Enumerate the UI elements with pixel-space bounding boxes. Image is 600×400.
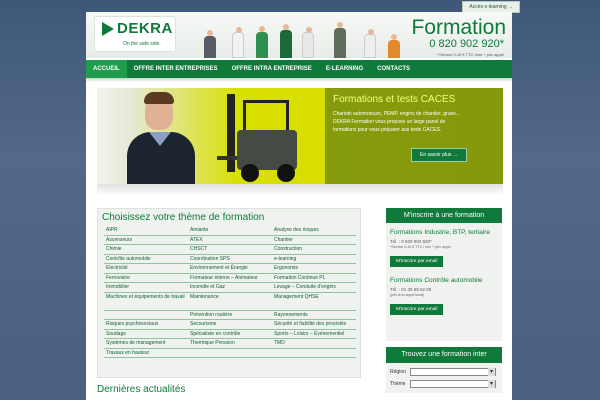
theme-link[interactable]: Prévention routière — [188, 311, 272, 320]
banner-text: Chariots automoteurs, PEMP, engins de ch… — [333, 111, 460, 133]
forklift-image — [217, 94, 307, 182]
theme-cell-empty — [272, 349, 356, 358]
dekra-logo[interactable]: DEKRA On the safe side. — [94, 16, 176, 52]
logo-text: DEKRA — [117, 20, 173, 37]
theme-link[interactable]: Contrôle automobile — [104, 255, 188, 264]
theme-link[interactable]: Amiante — [188, 226, 272, 236]
theme-link[interactable]: Rayonnements — [272, 311, 356, 320]
banner-caption: Formations et tests CACES Chariots autom… — [325, 88, 503, 184]
banner-footer-strip — [97, 184, 503, 196]
theme-link[interactable]: e-learning — [272, 255, 356, 264]
page-container: DEKRA On the safe side. Formation 0 820 … — [86, 12, 512, 400]
theme-link[interactable]: Levage – Conduite d'engins — [272, 283, 356, 293]
section-note: *Service 0.15 € TTC / min + prix appel — [390, 245, 451, 249]
theme-cell-empty — [188, 349, 272, 358]
theme-link[interactable]: Risques psychosociaux — [104, 320, 188, 330]
theme-link[interactable]: CHSCT — [188, 245, 272, 255]
nav-shadow — [86, 78, 512, 82]
theme-link[interactable]: Formation Continue PL — [272, 274, 356, 283]
promo-banner: Formations et tests CACES Chariots autom… — [97, 88, 503, 184]
theme-label: Thème — [390, 381, 406, 387]
theme-link[interactable]: Immobilier — [104, 283, 188, 293]
theme-link[interactable]: Thermique Pression — [188, 339, 272, 349]
section-tel: Tél. : 01 30 69 52 00 — [390, 287, 432, 292]
theme-link[interactable]: Spécialiste en contrôle — [188, 330, 272, 339]
banner-more-button[interactable]: En savoir plus → — [411, 148, 467, 162]
region-select[interactable] — [410, 368, 496, 376]
themes-panel: Choisissez votre thème de formation AIPR… — [97, 208, 361, 378]
theme-link[interactable]: Environnement et Énergie — [188, 264, 272, 274]
theme-link[interactable]: Secourisme — [188, 320, 272, 330]
theme-link[interactable]: Machines et équipements de travail — [104, 293, 188, 311]
logo-tagline: On the safe side. — [123, 41, 161, 47]
section-tel: Tél. : 0 820 902 920* — [390, 239, 432, 244]
nav-contacts[interactable]: CONTACTS — [370, 60, 417, 78]
theme-link[interactable]: Electricité — [104, 264, 188, 274]
header-workers-illustration — [194, 18, 404, 58]
news-title: Dernières actualités — [97, 384, 186, 395]
register-email-button[interactable]: M'inscrire par email — [390, 256, 444, 267]
theme-link[interactable]: Formateur interne – Animateur — [188, 274, 272, 283]
theme-link[interactable]: Systèmes de management — [104, 339, 188, 349]
theme-link[interactable]: Coordination SPS — [188, 255, 272, 264]
theme-link[interactable]: Ascenseurs — [104, 236, 188, 245]
theme-link[interactable]: Travaux en hauteur — [104, 349, 188, 358]
theme-link[interactable]: ATEX — [188, 236, 272, 245]
nav-offre-inter[interactable]: OFFRE INTER ENTREPRISES — [127, 60, 225, 78]
theme-link[interactable]: AIPR — [104, 226, 188, 236]
section-title: Formations Industrie, BTP, tertiaire — [390, 229, 490, 236]
theme-link[interactable]: Sécurité et fiabilité des procédés — [272, 320, 356, 330]
inscription-header: M'inscrire à une formation — [386, 208, 502, 223]
dekra-logo-mark-icon — [102, 22, 114, 36]
theme-link[interactable]: Incendie et Gaz — [188, 283, 272, 293]
right-panel: M'inscrire à une formation Formations In… — [386, 208, 502, 393]
theme-link[interactable]: TMD — [272, 339, 356, 349]
theme-link[interactable]: Management QHSE — [272, 293, 356, 311]
theme-select[interactable] — [410, 380, 496, 388]
theme-link[interactable]: Chimie — [104, 245, 188, 255]
search-formation-header: Trouvez une formation inter — [386, 347, 502, 363]
search-form: Région Thème — [386, 363, 502, 393]
theme-cell-empty — [104, 311, 188, 320]
nav-accueil[interactable]: ACCUEIL — [86, 60, 127, 78]
theme-link[interactable]: Analyse des risques — [272, 226, 356, 236]
main-nav: ACCUEIL OFFRE INTER ENTREPRISES OFFRE IN… — [86, 60, 512, 78]
nav-offre-intra[interactable]: OFFRE INTRA ENTREPRISE — [225, 60, 319, 78]
theme-link[interactable]: Ferroviaire — [104, 274, 188, 283]
theme-grid: AIPR Amiante Analyse des risques Ascenseurs… — [104, 226, 356, 358]
theme-link[interactable]: Construction — [272, 245, 356, 255]
theme-link[interactable]: Sports – Loisirs – Événementiel — [272, 330, 356, 339]
phone-note: * Service 0,15 € TTC /min + prix appel — [436, 52, 504, 57]
section-title: Formations Contrôle automobile — [390, 277, 483, 284]
themes-title: Choisissez votre thème de formation — [102, 212, 265, 223]
phone-number: 0 820 902 920* — [429, 38, 504, 50]
theme-link[interactable]: Ergonomie — [272, 264, 356, 274]
section-note: (prix d'un appel local) — [390, 293, 425, 297]
region-label: Région — [390, 369, 406, 375]
theme-link[interactable]: Chantier — [272, 236, 356, 245]
theme-link[interactable]: Maintenance — [188, 293, 272, 311]
banner-person-image — [125, 92, 197, 184]
header: DEKRA On the safe side. Formation 0 820 … — [86, 12, 512, 58]
inscription-box: Formations Industrie, BTP, tertiaire Tél… — [386, 223, 502, 341]
nav-e-learning[interactable]: E-LEARNING — [319, 60, 370, 78]
register-email-button-auto[interactable]: M'inscrire par email — [390, 304, 444, 315]
formation-title: Formation — [411, 16, 506, 39]
banner-title: Formations et tests CACES — [333, 94, 456, 105]
theme-link[interactable]: Soudage — [104, 330, 188, 339]
